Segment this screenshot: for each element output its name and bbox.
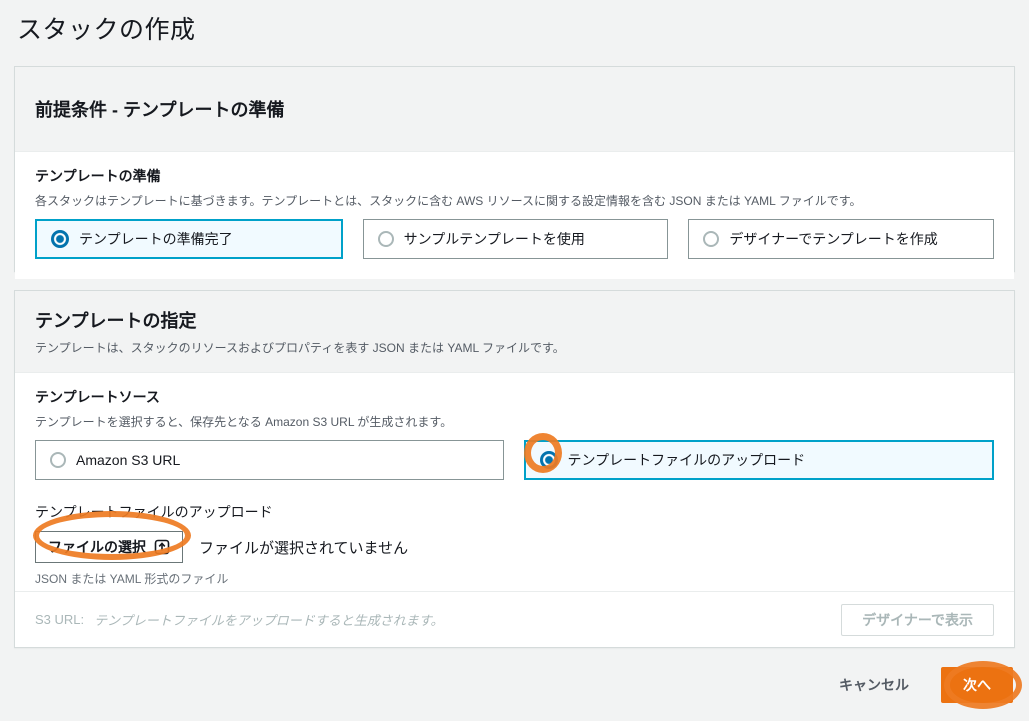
template-source-label: テンプレートソース	[35, 389, 160, 405]
next-button[interactable]: 次へ	[941, 667, 1013, 703]
upload-template-label: テンプレートファイルのアップロード	[35, 504, 273, 520]
prerequisite-card: 前提条件 - テンプレートの準備 テンプレートの準備 各スタックはテンプレートに…	[14, 66, 1015, 279]
specify-template-card-header: テンプレートの指定 テンプレートは、スタックのリソースおよびプロパティを表す J…	[15, 291, 1014, 373]
radio-selected-icon[interactable]	[51, 230, 69, 248]
file-status-text: ファイルが選択されていません	[199, 539, 409, 557]
specify-template-card-body: テンプレートソース テンプレートを選択すると、保存先となる Amazon S3 …	[15, 373, 1014, 607]
file-format-hint: JSON または YAML 形式のファイル	[35, 572, 229, 586]
option-label: デザイナーでテンプレートを作成	[729, 231, 938, 247]
wizard-footer: キャンセル 次へ	[839, 667, 1013, 703]
prerequisite-card-header: 前提条件 - テンプレートの準備	[15, 67, 1014, 152]
s3-url-footer: S3 URL: テンプレートファイルをアップロードすると生成されます。 デザイナ…	[15, 591, 1014, 647]
upload-template-block: テンプレートファイルのアップロード ファイルの選択 ファイルが選択されていません…	[35, 502, 994, 587]
option-designer-template[interactable]: デザイナーでテンプレートを作成	[688, 219, 995, 259]
option-label: テンプレートファイルのアップロード	[567, 452, 806, 468]
specify-template-card: テンプレートの指定 テンプレートは、スタックのリソースおよびプロパティを表す J…	[14, 290, 1015, 648]
choose-file-button-label: ファイルの選択	[48, 539, 146, 555]
s3-url-label: S3 URL:	[35, 612, 85, 627]
prerequisite-card-body: テンプレートの準備 各スタックはテンプレートに基づきます。テンプレートとは、スタ…	[15, 152, 1014, 279]
cancel-button[interactable]: キャンセル	[839, 675, 909, 695]
option-sample-template[interactable]: サンプルテンプレートを使用	[362, 219, 669, 259]
option-label: テンプレートの準備完了	[79, 231, 233, 247]
option-template-ready[interactable]: テンプレートの準備完了	[35, 219, 343, 259]
template-source-options: Amazon S3 URL テンプレートファイルのアップロード	[35, 440, 994, 480]
prepare-template-description: 各スタックはテンプレートに基づきます。テンプレートとは、スタックに含む AWS …	[35, 194, 862, 208]
prepare-template-label: テンプレートの準備	[35, 168, 161, 184]
option-amazon-s3-url[interactable]: Amazon S3 URL	[35, 440, 504, 480]
choose-file-button[interactable]: ファイルの選択	[35, 531, 183, 563]
specify-template-card-title: テンプレートの指定	[35, 311, 197, 331]
view-in-designer-button[interactable]: デザイナーで表示	[841, 603, 994, 636]
radio-selected-icon[interactable]	[539, 451, 558, 469]
s3-url-placeholder: テンプレートファイルをアップロードすると生成されます。	[94, 613, 444, 628]
prerequisite-card-title: 前提条件 - テンプレートの準備	[35, 100, 285, 120]
option-upload-template-file[interactable]: テンプレートファイルのアップロード	[523, 440, 994, 480]
specify-template-card-subtitle: テンプレートは、スタックのリソースおよびプロパティを表す JSON または YA…	[35, 341, 565, 355]
radio-icon[interactable]	[703, 231, 720, 247]
option-label: サンプルテンプレートを使用	[403, 231, 585, 247]
radio-icon[interactable]	[377, 231, 394, 247]
prepare-template-options: テンプレートの準備完了 サンプルテンプレートを使用 デザイナーでテンプレートを作…	[35, 219, 995, 259]
upload-icon	[154, 539, 170, 555]
template-source-description: テンプレートを選択すると、保存先となる Amazon S3 URL が生成されま…	[35, 415, 453, 429]
option-label: Amazon S3 URL	[76, 452, 181, 468]
radio-icon[interactable]	[50, 452, 66, 468]
file-row: ファイルの選択 ファイルが選択されていません	[35, 531, 994, 563]
page-title: スタックの作成	[17, 16, 196, 44]
